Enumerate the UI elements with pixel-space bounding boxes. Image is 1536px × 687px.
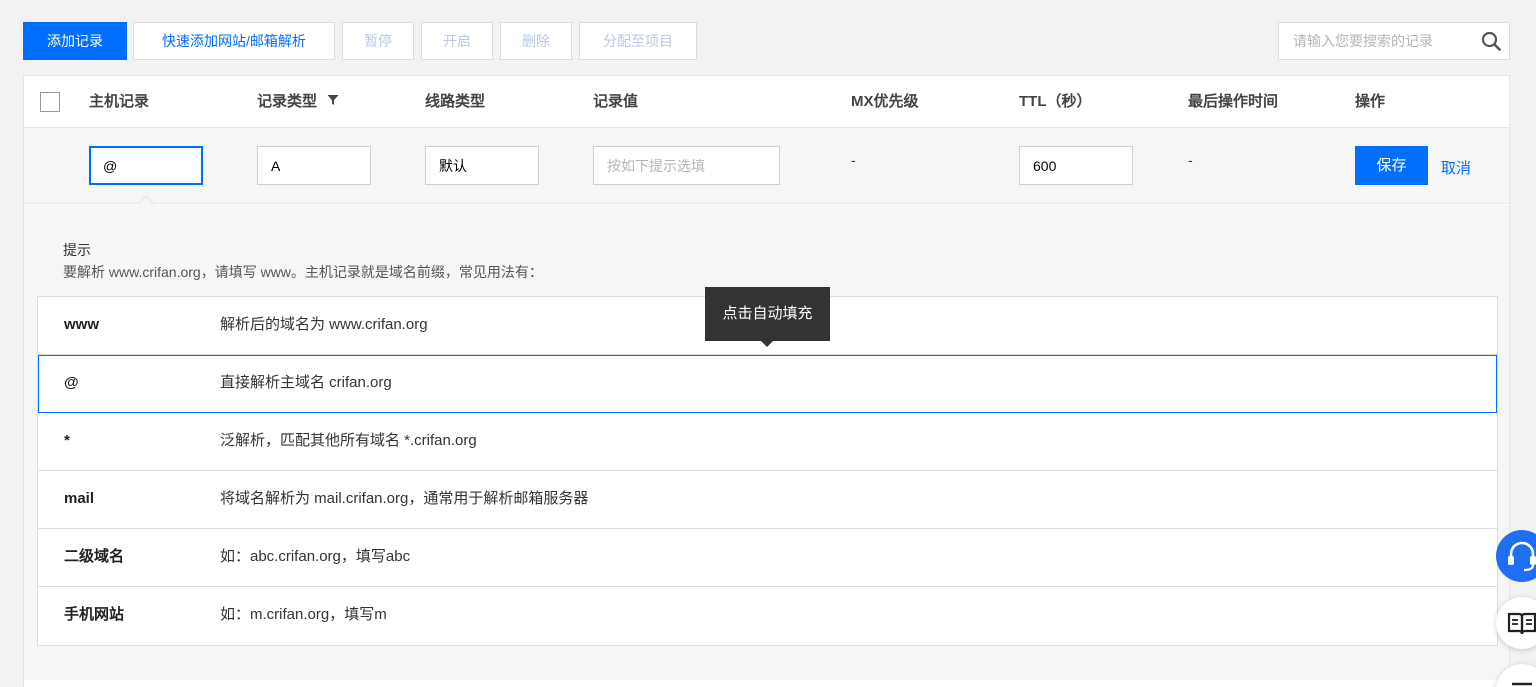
col-type: 记录类型	[257, 76, 339, 128]
value-input[interactable]	[593, 146, 780, 185]
tip-row-mobile[interactable]: 手机网站 如：m.crifan.org，填写m	[38, 587, 1497, 645]
headset-icon	[1508, 541, 1536, 572]
toolbar: 添加记录 快速添加网站/邮箱解析 暂停 开启 删除 分配至项目	[23, 22, 1510, 60]
line-select[interactable]	[425, 146, 539, 185]
tip-row-mail[interactable]: mail 将域名解析为 mail.crifan.org，通常用于解析邮箱服务器	[38, 471, 1497, 529]
save-button[interactable]: 保存	[1355, 146, 1428, 185]
tip-value: 解析后的域名为 www.crifan.org	[220, 316, 428, 333]
col-type-label: 记录类型	[257, 93, 318, 110]
enable-button[interactable]: 开启	[421, 22, 493, 60]
search-box	[1278, 22, 1510, 60]
tips-description: 要解析 www.crifan.org，请填写 www。主机记录就是域名前缀，常见…	[63, 264, 543, 280]
cancel-link[interactable]: 取消	[1441, 157, 1471, 178]
tip-value: 如：m.crifan.org，填写m	[220, 606, 387, 623]
last-op-value: -	[1188, 152, 1193, 168]
tip-key: 手机网站	[64, 606, 125, 623]
mx-value: -	[851, 152, 856, 168]
col-value: 记录值	[593, 93, 639, 110]
type-select[interactable]	[257, 146, 371, 185]
tip-value: 泛解析，匹配其他所有域名 *.crifan.org	[220, 432, 477, 449]
search-input[interactable]	[1279, 23, 1474, 59]
records-table: 主机记录 记录类型 线路类型 记录值 MX优先级 TTL（秒） 最后操作时间 操…	[23, 75, 1510, 687]
col-ttl: TTL（秒）	[1019, 93, 1092, 110]
table-header: 主机记录 记录类型 线路类型 记录值 MX优先级 TTL（秒） 最后操作时间 操…	[24, 76, 1509, 128]
tip-row-subdomain[interactable]: 二级域名 如：abc.crifan.org，填写abc	[38, 529, 1497, 587]
tips-list: www 解析后的域名为 www.crifan.org @ 直接解析主域名 cri…	[37, 296, 1498, 646]
tip-value: 将域名解析为 mail.crifan.org，通常用于解析邮箱服务器	[220, 490, 589, 507]
col-last-op: 最后操作时间	[1188, 93, 1279, 110]
tip-row-wildcard[interactable]: * 泛解析，匹配其他所有域名 *.crifan.org	[38, 413, 1497, 471]
edit-row: - - 保存 取消	[24, 128, 1509, 204]
autofill-tooltip: 点击自动填充	[705, 287, 830, 347]
tip-key: 二级域名	[64, 548, 125, 565]
customer-service-button[interactable]	[1496, 530, 1536, 582]
tip-row-at[interactable]: @ 直接解析主域名 crifan.org	[38, 355, 1497, 413]
tip-key: @	[64, 374, 79, 391]
col-host: 主机记录	[89, 93, 150, 110]
tips-panel: 提示 要解析 www.crifan.org，请填写 www。主机记录就是域名前缀…	[24, 205, 1509, 680]
tip-key: *	[64, 432, 70, 449]
tip-value: 直接解析主域名 crifan.org	[220, 374, 392, 391]
pause-button[interactable]: 暂停	[342, 22, 414, 60]
filter-icon[interactable]	[327, 94, 339, 106]
quick-add-button[interactable]: 快速添加网站/邮箱解析	[133, 22, 335, 60]
docs-button[interactable]	[1496, 597, 1536, 649]
col-action: 操作	[1355, 93, 1386, 110]
menu-icon	[1512, 682, 1532, 686]
tips-title: 提示	[63, 242, 91, 258]
ttl-input[interactable]	[1019, 146, 1133, 185]
tip-key: mail	[64, 490, 95, 507]
assign-project-button[interactable]: 分配至项目	[579, 22, 697, 60]
tip-value: 如：abc.crifan.org，填写abc	[220, 548, 411, 565]
add-record-button[interactable]: 添加记录	[23, 22, 127, 60]
search-icon[interactable]	[1481, 31, 1501, 51]
tip-key: www	[64, 316, 100, 333]
select-all-checkbox[interactable]	[40, 92, 60, 112]
book-icon	[1507, 612, 1536, 635]
col-mx: MX优先级	[851, 93, 919, 110]
delete-button[interactable]: 删除	[500, 22, 572, 60]
host-input[interactable]	[89, 146, 203, 185]
col-line: 线路类型	[425, 93, 486, 110]
more-button[interactable]	[1496, 664, 1536, 687]
